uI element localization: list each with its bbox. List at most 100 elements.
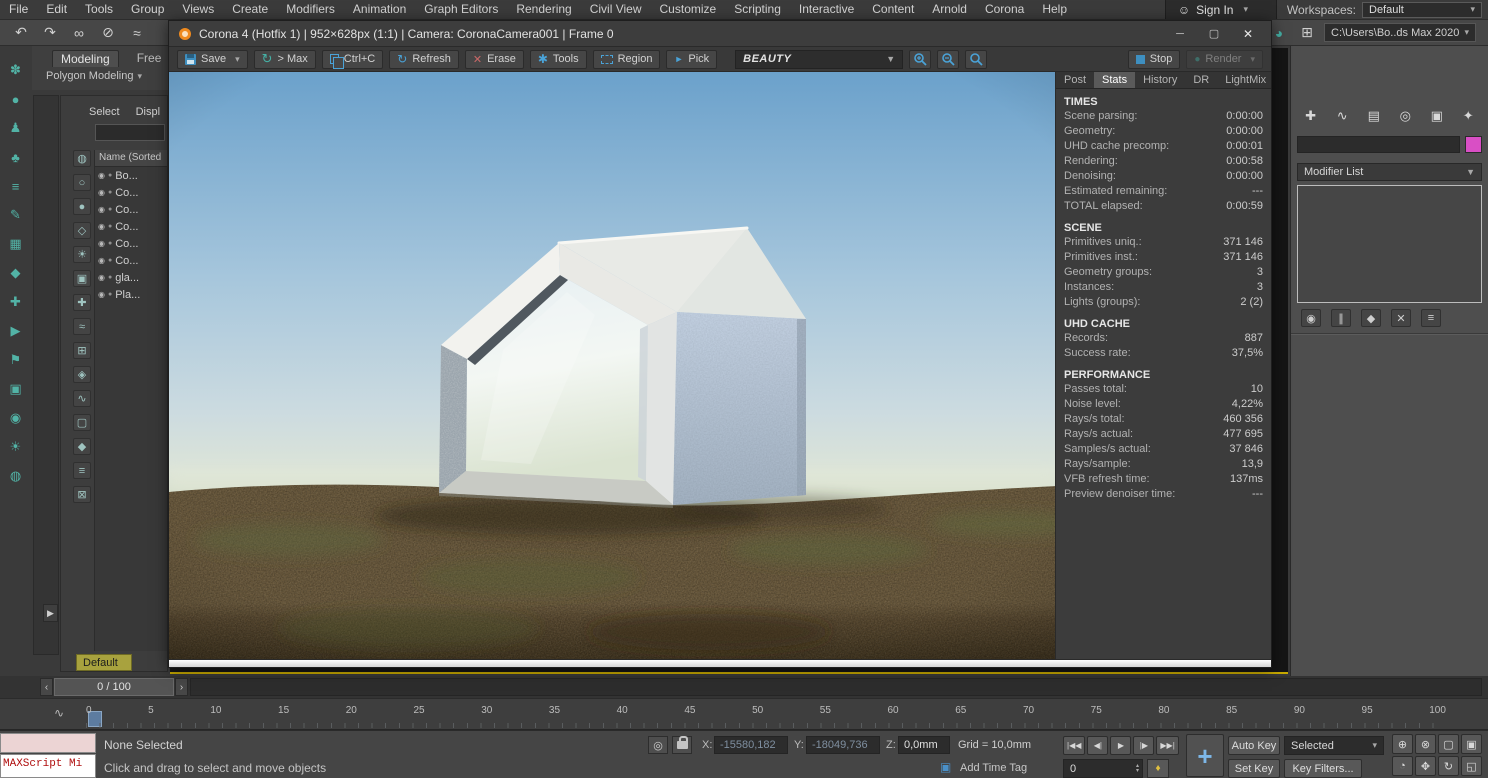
x-coordinate-field[interactable]: -15580,182: [714, 736, 788, 754]
explorer-row[interactable]: ◉ ● Co...: [95, 218, 167, 235]
explorer-menu-select[interactable]: Select: [89, 106, 120, 118]
start-render-button[interactable]: ● Render ▾: [1186, 49, 1263, 69]
display-none-icon[interactable]: ○: [73, 174, 91, 191]
auto-key-button[interactable]: Auto Key: [1228, 736, 1280, 755]
go-to-start-button[interactable]: |◀◀: [1063, 736, 1086, 755]
explorer-preset-label[interactable]: Default: [76, 654, 132, 671]
render-element-dropdown[interactable]: BEAUTY ▼: [735, 49, 904, 69]
pencil-icon[interactable]: ✎: [5, 205, 27, 225]
render-view[interactable]: [169, 72, 1055, 659]
object-color-swatch[interactable]: [1465, 136, 1482, 153]
explorer-row[interactable]: ◉ ● gla...: [95, 269, 167, 286]
remove-modifier-icon[interactable]: ✕: [1391, 309, 1411, 327]
tab-history[interactable]: History: [1135, 72, 1185, 88]
menu-item[interactable]: Scripting: [725, 0, 790, 19]
spinner-arrows-icon[interactable]: ▴ ▾: [1136, 763, 1142, 774]
pick-button[interactable]: ► Pick: [666, 49, 718, 69]
mini-curve-editor-icon[interactable]: ∿: [54, 706, 64, 720]
visibility-eye-icon[interactable]: ◉: [98, 256, 105, 265]
explorer-row[interactable]: ◉ ● Co...: [95, 252, 167, 269]
rollout-area[interactable]: [1291, 335, 1488, 665]
expand-panel-arrow[interactable]: ▶: [43, 604, 58, 622]
save-button[interactable]: Save ▾: [177, 49, 248, 69]
explorer-row[interactable]: ◉ ● Co...: [95, 201, 167, 218]
modifier-stack[interactable]: [1297, 185, 1482, 303]
create-key-button[interactable]: +: [1186, 734, 1224, 777]
explorer-row[interactable]: ◉ ● Bo...: [95, 167, 167, 184]
display-xrefs-icon[interactable]: ◈: [73, 366, 91, 383]
modifier-list-dropdown[interactable]: Modifier List ▼: [1297, 163, 1482, 181]
zoom-extents-all-icon[interactable]: ▣: [1461, 734, 1482, 754]
explorer-row[interactable]: ◉ ● Co...: [95, 235, 167, 252]
visibility-eye-icon[interactable]: ◉: [98, 239, 105, 248]
go-to-end-button[interactable]: ▶▶|: [1156, 736, 1179, 755]
refresh-button[interactable]: ↻ Refresh: [389, 49, 459, 69]
selection-set-dropdown[interactable]: Selected ▾: [1284, 736, 1384, 755]
visibility-eye-icon[interactable]: ◉: [98, 273, 105, 282]
maximize-button[interactable]: ▢: [1201, 27, 1227, 40]
sign-in-button[interactable]: ☺ Sign In ▾: [1164, 0, 1277, 19]
zoom-reset-icon[interactable]: [965, 49, 988, 69]
menu-item[interactable]: Animation: [344, 0, 415, 19]
maxscript-listener-field[interactable]: MAXScript Mi: [0, 754, 96, 778]
previous-frame-arrow[interactable]: ‹: [40, 678, 53, 696]
menu-item[interactable]: Create: [223, 0, 277, 19]
vfb-title-bar[interactable]: Corona 4 (Hotfix 1) | 952×628px (1:1) | …: [169, 21, 1271, 47]
stop-render-button[interactable]: Stop: [1127, 49, 1181, 69]
person-icon[interactable]: ♟: [5, 118, 27, 138]
z-coordinate-field[interactable]: 0,0mm: [898, 736, 950, 754]
next-frame-arrow[interactable]: ›: [175, 678, 188, 696]
menu-item[interactable]: Civil View: [581, 0, 651, 19]
display-groups-icon[interactable]: ⊞: [73, 342, 91, 359]
make-unique-icon[interactable]: ◆: [1361, 309, 1381, 327]
menu-item[interactable]: Graph Editors: [415, 0, 507, 19]
eye-icon[interactable]: ◍: [5, 466, 27, 486]
tab-post[interactable]: Post: [1056, 72, 1094, 88]
configure-modifier-sets-icon[interactable]: ≡: [1421, 309, 1441, 327]
time-slider-track[interactable]: [190, 678, 1482, 696]
display-all-icon[interactable]: ◍: [73, 150, 91, 167]
tab-dr[interactable]: DR: [1185, 72, 1217, 88]
play-button[interactable]: ▶: [1110, 736, 1132, 755]
show-end-result-icon[interactable]: ∥: [1331, 309, 1351, 327]
maxscript-mini-listener[interactable]: [0, 733, 96, 753]
menu-item[interactable]: Interactive: [790, 0, 863, 19]
polygon-modeling-panel[interactable]: Polygon Modeling ▾: [32, 67, 168, 82]
zoom-extents-icon[interactable]: ▢: [1438, 734, 1459, 754]
target-icon[interactable]: ◉: [5, 408, 27, 428]
menu-item[interactable]: Tools: [76, 0, 122, 19]
time-slider-handle[interactable]: 0 / 100: [54, 678, 174, 696]
flower-icon[interactable]: ✽: [5, 60, 27, 80]
utilities-tab-icon[interactable]: ✦: [1455, 106, 1481, 126]
zoom-all-icon[interactable]: ⊗: [1415, 734, 1436, 754]
menu-item[interactable]: Arnold: [923, 0, 976, 19]
explorer-menu-display[interactable]: Displ: [136, 106, 160, 118]
motion-tab-icon[interactable]: ◎: [1392, 106, 1418, 126]
pin-explorer-icon[interactable]: ⊠: [73, 486, 91, 503]
explorer-row[interactable]: ◉ ● Co...: [95, 184, 167, 201]
display-geometry-icon[interactable]: ●: [73, 198, 91, 215]
set-key-button[interactable]: Set Key: [1228, 759, 1280, 778]
explorer-search-input[interactable]: [95, 124, 165, 141]
pan-view-icon[interactable]: ✥: [1415, 756, 1436, 776]
display-materials-icon[interactable]: ◆: [73, 438, 91, 455]
display-cameras-icon[interactable]: ▣: [73, 270, 91, 287]
send-to-max-button[interactable]: ↻ > Max: [253, 49, 316, 69]
project-path-dropdown[interactable]: C:\Users\Bo..ds Max 2020 ▾: [1324, 23, 1476, 42]
field-of-view-icon[interactable]: ◔: [1392, 756, 1413, 776]
create-tab-icon[interactable]: ✚: [1298, 106, 1324, 126]
visibility-eye-icon[interactable]: ◉: [98, 171, 105, 180]
key-filters-button[interactable]: Key Filters...: [1284, 759, 1362, 778]
next-frame-button[interactable]: |▶: [1133, 736, 1155, 755]
key-mode-toggle-button[interactable]: ♦: [1147, 759, 1169, 778]
previous-frame-button[interactable]: ◀|: [1087, 736, 1109, 755]
selection-lock-icon[interactable]: [672, 736, 692, 754]
layers-icon[interactable]: ≡: [5, 176, 27, 196]
minimize-button[interactable]: ─: [1167, 28, 1193, 40]
modify-tab-icon[interactable]: ∿: [1329, 106, 1355, 126]
visibility-eye-icon[interactable]: ◉: [98, 290, 105, 299]
display-containers-icon[interactable]: ▢: [73, 414, 91, 431]
isolate-selection-icon[interactable]: ◎: [648, 736, 668, 754]
track-bar[interactable]: ∿ 0 5 10 15 20 25 30 35 40 45 50 55 60 65 70 75 80 85 90 95…: [0, 698, 1488, 730]
y-coordinate-field[interactable]: -18049,736: [806, 736, 880, 754]
